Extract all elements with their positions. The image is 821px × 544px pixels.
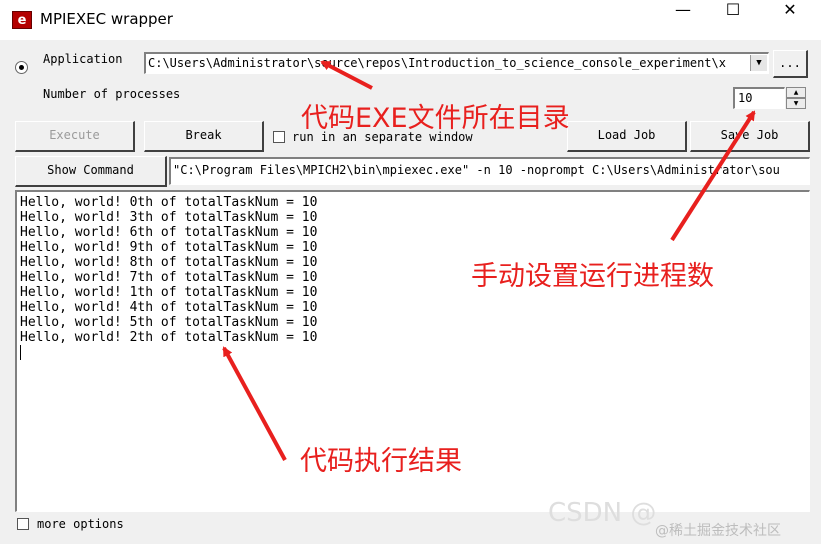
- maximize-button[interactable]: ☐: [710, 0, 756, 40]
- title-bar: e MPIEXEC wrapper — ☐ ✕: [0, 0, 821, 40]
- processes-label: Number of processes: [43, 87, 181, 101]
- output-line: Hello, world! 3th of totalTaskNum = 10: [20, 210, 318, 225]
- app-icon: e: [12, 11, 32, 29]
- output-line: Hello, world! 4th of totalTaskNum = 10: [20, 300, 318, 315]
- load-job-button[interactable]: Load Job: [567, 121, 687, 152]
- application-path-combo[interactable]: C:\Users\Administrator\source\repos\Intr…: [144, 52, 769, 74]
- more-options-checkbox[interactable]: [17, 518, 29, 530]
- annotation-exe-directory: 代码EXE文件所在目录: [301, 103, 570, 134]
- processes-spinner[interactable]: ▲ ▼: [786, 87, 806, 109]
- output-line: Hello, world! 5th of totalTaskNum = 10: [20, 315, 318, 330]
- separate-window-checkbox[interactable]: [273, 131, 285, 143]
- annotation-execution-result: 代码执行结果: [300, 446, 462, 477]
- more-options-label: more options: [37, 517, 124, 531]
- window-title: MPIEXEC wrapper: [40, 10, 173, 28]
- output-line: Hello, world! 9th of totalTaskNum = 10: [20, 240, 318, 255]
- minimize-button[interactable]: —: [660, 0, 706, 40]
- spin-up-icon[interactable]: ▲: [786, 87, 806, 98]
- text-cursor: [20, 345, 21, 360]
- application-radio[interactable]: [15, 61, 28, 74]
- application-path-value: C:\Users\Administrator\source\repos\Intr…: [148, 56, 726, 70]
- annotation-process-count: 手动设置运行进程数: [471, 261, 714, 292]
- dropdown-arrow-icon[interactable]: ▼: [750, 55, 767, 71]
- application-label: Application: [43, 52, 123, 66]
- execute-button[interactable]: Execute: [15, 121, 135, 152]
- output-line: Hello, world! 6th of totalTaskNum = 10: [20, 225, 318, 240]
- output-line: Hello, world! 0th of totalTaskNum = 10: [20, 195, 318, 210]
- processes-input[interactable]: 10: [733, 87, 785, 109]
- close-button[interactable]: ✕: [767, 0, 813, 40]
- break-button[interactable]: Break: [144, 121, 264, 152]
- watermark-subtext: @稀土掘金技术社区: [655, 523, 781, 539]
- spin-down-icon[interactable]: ▼: [786, 98, 806, 109]
- browse-button[interactable]: ...: [773, 50, 808, 78]
- command-line-field[interactable]: "C:\Program Files\MPICH2\bin\mpiexec.exe…: [169, 157, 810, 185]
- watermark-text: CSDN @: [548, 498, 657, 528]
- save-job-button[interactable]: Save Job: [690, 121, 810, 152]
- output-line: Hello, world! 2th of totalTaskNum = 10: [20, 330, 318, 345]
- show-command-button[interactable]: Show Command: [15, 156, 167, 187]
